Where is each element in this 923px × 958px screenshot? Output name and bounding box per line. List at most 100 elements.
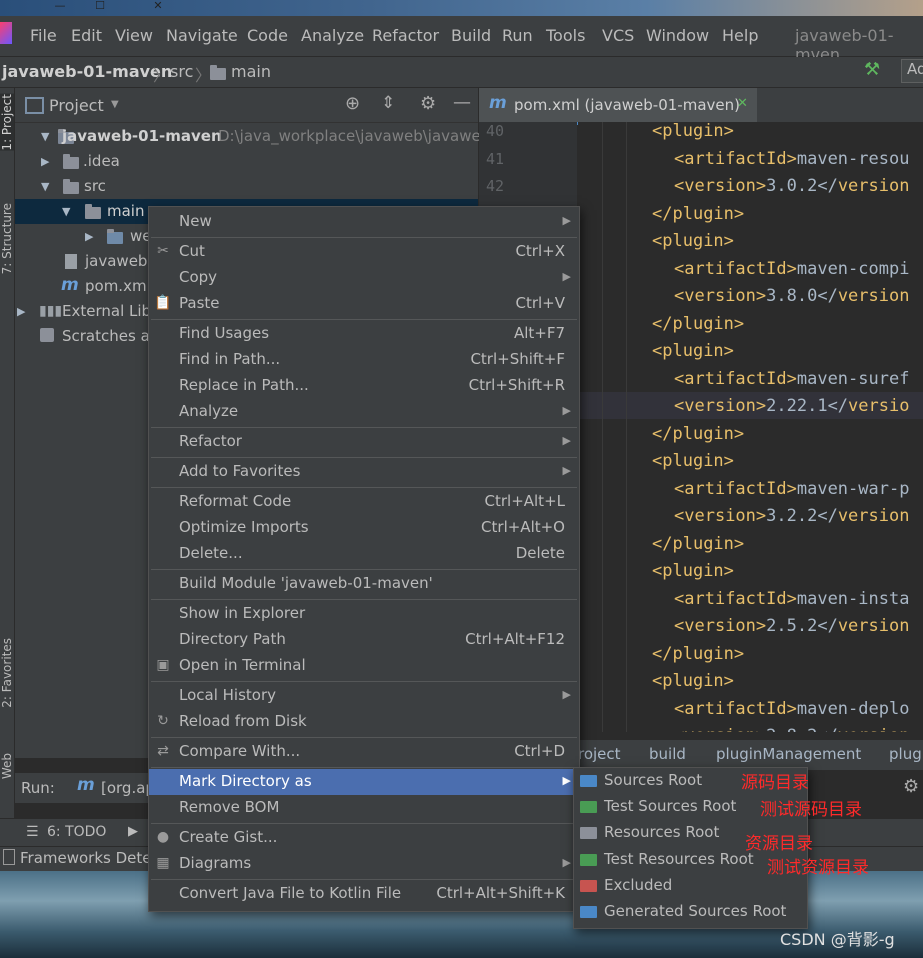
context-menu-item-new[interactable]: New ▶ [149,209,579,235]
breadcrumb-src[interactable]: src [170,62,193,81]
chevron-right-icon[interactable]: ▶ [17,305,25,318]
line-number: 42 [486,177,505,195]
context-menu-item-replace-in-path[interactable]: Replace in Path... Ctrl+Shift+R [149,373,579,399]
chevron-right-icon[interactable]: ▶ [41,155,49,168]
context-menu-item-open-in-terminal[interactable]: ▣ Open in Terminal [149,653,579,679]
code-line: <version>3.2.2</version [674,503,909,530]
web-tool-tab[interactable]: Web [0,753,14,779]
breadcrumb-project[interactable]: javaweb-01-maven [2,62,172,81]
context-menu-item-create-gist[interactable]: ● Create Gist... [149,825,579,851]
context-menu-item-add-to-favorites[interactable]: Add to Favorites ▶ [149,459,579,485]
menu-file[interactable]: File [30,26,57,45]
panel-toggle-icon[interactable] [3,849,15,865]
code-token: > [755,176,767,196]
code-token: > [723,231,734,251]
menu-code[interactable]: Code [247,26,288,45]
status-text[interactable]: Frameworks Dete [20,849,152,867]
chevron-right-icon[interactable]: ▶ [85,230,93,243]
code-editor[interactable]: <plugin> <artifactId>maven-resou <version>… [578,122,923,732]
code-token: 3.2.2</ [766,506,838,526]
menu-separator [151,879,577,880]
tree-row-idea[interactable]: ▶ .idea [15,149,478,174]
menu-vcs[interactable]: VCS [602,26,634,45]
menu-item-label: Analyze [179,402,239,420]
menu-help[interactable]: Help [722,26,758,45]
context-menu-item-local-history[interactable]: Local History ▶ [149,683,579,709]
project-tool-tab[interactable]: 1: Project [0,94,14,151]
context-menu-item-show-in-explorer[interactable]: Show in Explorer [149,601,579,627]
code-token: plugin [672,643,734,664]
menu-refactor[interactable]: Refactor [372,26,439,45]
context-menu-item-copy[interactable]: Copy ▶ [149,265,579,291]
context-menu-item-find-in-path[interactable]: Find in Path... Ctrl+Shift+F [149,347,579,373]
chevron-down-icon[interactable]: ▼ [111,99,119,110]
context-menu-item-delete[interactable]: Delete... Delete [149,541,579,567]
test-sources-root-folder-icon [580,801,597,814]
context-menu-item-find-usages[interactable]: Find Usages Alt+F7 [149,321,579,347]
code-line: <plugin> [652,668,734,695]
editor-crumb[interactable]: build [649,745,686,763]
context-menu-item-remove-bom[interactable]: Remove BOM [149,795,579,821]
folder-icon [63,154,79,169]
collapse-all-icon[interactable]: ⇕ [381,93,395,113]
context-menu-item-directory-path[interactable]: Directory Path Ctrl+Alt+F12 [149,627,579,653]
context-menu-item-analyze[interactable]: Analyze ▶ [149,399,579,425]
tab-pom-xml[interactable]: m pom.xml (javaweb-01-maven) ✕ [479,88,757,125]
project-panel-title[interactable]: Project [49,96,104,115]
code-line: <version>3.8.0</version [674,283,909,310]
editor-crumb[interactable]: plug [889,745,922,763]
todo-tab[interactable]: 6: TODO [47,824,106,840]
submenu-item-generated-sources-root[interactable]: Generated Sources Root [574,899,807,925]
locate-target-icon[interactable]: ⊕ [345,93,360,114]
editor-crumb[interactable]: pluginManagement [716,745,861,763]
code-token: version [837,506,910,526]
tree-row-project-root[interactable]: ▼ javaweb-01-maven D:\java_workplace\jav… [15,124,490,149]
tree-row-src[interactable]: ▼ src [15,174,478,199]
menu-window[interactable]: Window [646,26,709,45]
code-line: <artifactId>maven-deplo [674,696,909,723]
favorites-tool-tab[interactable]: 2: Favorites [0,638,14,708]
build-hammer-icon[interactable]: ⚒ [864,59,880,80]
context-menu-item-build-module-javaweb-01-maven[interactable]: Build Module 'javaweb-01-maven' [149,571,579,597]
code-token: > [755,286,767,306]
close-tab-icon[interactable]: ✕ [737,96,748,111]
code-token: maven-suref [796,368,910,389]
menu-item-shortcut: Ctrl+Shift+F [470,350,565,368]
menu-build[interactable]: Build [451,26,491,45]
menu-view[interactable]: View [115,26,153,45]
menu-item-label: Refactor [179,432,242,450]
editor-crumb[interactable]: roject [578,745,621,763]
context-menu-item-cut[interactable]: ✂ Cut Ctrl+X [149,239,579,265]
run-play-icon[interactable]: ▶ [128,824,138,839]
context-menu-item-compare-with[interactable]: ⇄ Compare With... Ctrl+D [149,739,579,765]
close-window-button[interactable]: ✕ [138,0,178,14]
add-configuration-button[interactable]: Ad [901,59,923,83]
hide-panel-icon[interactable]: — [453,92,471,113]
menu-analyze[interactable]: Analyze [301,26,364,45]
context-menu-item-convert-java-file-to-kotlin-file[interactable]: Convert Java File to Kotlin File Ctrl+Alt… [149,881,579,907]
run-config-tab[interactable]: [org.ap [101,779,155,797]
submenu-arrow-icon: ▶ [562,688,571,701]
context-menu-item-refactor[interactable]: Refactor ▶ [149,429,579,455]
gear-icon[interactable]: ⚙ [420,93,436,114]
annotation-resources: 资源目录 [745,834,813,854]
menu-navigate[interactable]: Navigate [166,26,238,45]
context-menu-item-mark-directory-as[interactable]: Mark Directory as ▶ [149,769,579,795]
chevron-down-icon[interactable]: ▼ [62,205,70,218]
chevron-down-icon[interactable]: ▼ [41,130,49,143]
code-line: <artifactId>maven-suref [674,366,909,393]
breadcrumb-main[interactable]: main [231,62,271,81]
menu-run[interactable]: Run [502,26,533,45]
context-menu-item-reformat-code[interactable]: Reformat Code Ctrl+Alt+L [149,489,579,515]
gear-icon[interactable]: ⚙ [903,776,919,797]
chevron-down-icon[interactable]: ▼ [41,180,49,193]
menu-edit[interactable]: Edit [71,26,102,45]
context-menu-item-diagrams[interactable]: ▦ Diagrams ▶ [149,851,579,877]
context-menu-item-optimize-imports[interactable]: Optimize Imports Ctrl+Alt+O [149,515,579,541]
context-menu-item-reload-from-disk[interactable]: ↻ Reload from Disk [149,709,579,735]
minimize-window-button[interactable]: — [40,0,80,14]
context-menu-item-paste[interactable]: 📋 Paste Ctrl+V [149,291,579,317]
structure-tool-tab[interactable]: 7: Structure [0,203,14,274]
maximize-window-button[interactable]: ☐ [80,0,120,14]
menu-tools[interactable]: Tools [546,26,585,45]
